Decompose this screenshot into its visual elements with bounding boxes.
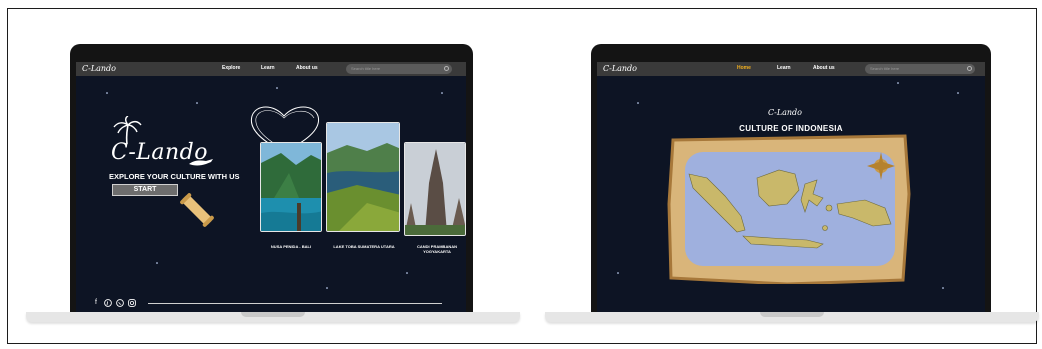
page-title: CULTURE OF INDONESIA [739, 124, 843, 133]
page-logo: C-Lando [768, 108, 802, 117]
destination-card[interactable] [260, 142, 322, 232]
screen-home: C-Lando Explore Learn About us Search ti… [76, 62, 466, 312]
card-caption: LAKE TOBA SUMATERA UTARA [333, 244, 395, 249]
laptop-left: C-Lando Explore Learn About us Search ti… [26, 44, 520, 330]
laptop-notch [241, 312, 305, 317]
nav-explore[interactable]: Explore [222, 65, 240, 71]
nav-learn[interactable]: Learn [261, 65, 275, 71]
nav-logo[interactable]: C-Lando [82, 64, 116, 73]
top-navbar: C-Lando Home Learn About us Search title… [597, 62, 985, 76]
card-caption: NUSA PENIDA - BALI [270, 244, 312, 249]
nav-about[interactable]: About us [813, 65, 835, 71]
top-navbar: C-Lando Explore Learn About us Search ti… [76, 62, 466, 76]
whatsapp-icon[interactable] [116, 299, 124, 307]
nav-home[interactable]: Home [737, 65, 751, 71]
crocodile-icon [189, 159, 213, 166]
nav-logo[interactable]: C-Lando [603, 64, 637, 73]
footer-divider [148, 303, 442, 304]
hero-tagline: EXPLORE YOUR CULTURE WITH US [109, 172, 240, 181]
start-button[interactable]: START [112, 184, 178, 196]
instagram-icon[interactable] [128, 299, 136, 307]
search-placeholder: Search title here [351, 66, 381, 71]
nav-learn[interactable]: Learn [777, 65, 791, 71]
search-icon[interactable] [967, 66, 972, 71]
indonesia-map[interactable] [667, 134, 911, 284]
scroll-icon [180, 193, 214, 227]
facebook-icon[interactable]: f [92, 299, 100, 307]
search-placeholder: Search title here [870, 66, 900, 71]
pinterest-icon[interactable] [104, 299, 112, 307]
laptop-right: C-Lando Home Learn About us Search title… [545, 44, 1039, 330]
prambanan-image [405, 143, 465, 235]
nav-about[interactable]: About us [296, 65, 318, 71]
search-icon[interactable] [444, 66, 449, 71]
nusa-penida-image [261, 143, 321, 231]
destination-card[interactable] [404, 142, 466, 236]
card-caption: CANDI PRAMBANAN YOGYAKARTA [417, 244, 457, 254]
search-input[interactable]: Search title here [865, 64, 975, 74]
destination-card[interactable] [326, 122, 400, 232]
laptop-notch [760, 312, 824, 317]
screen-culture-map: C-Lando Home Learn About us Search title… [597, 62, 985, 312]
lake-toba-image [327, 123, 399, 231]
search-input[interactable]: Search title here [346, 64, 452, 74]
